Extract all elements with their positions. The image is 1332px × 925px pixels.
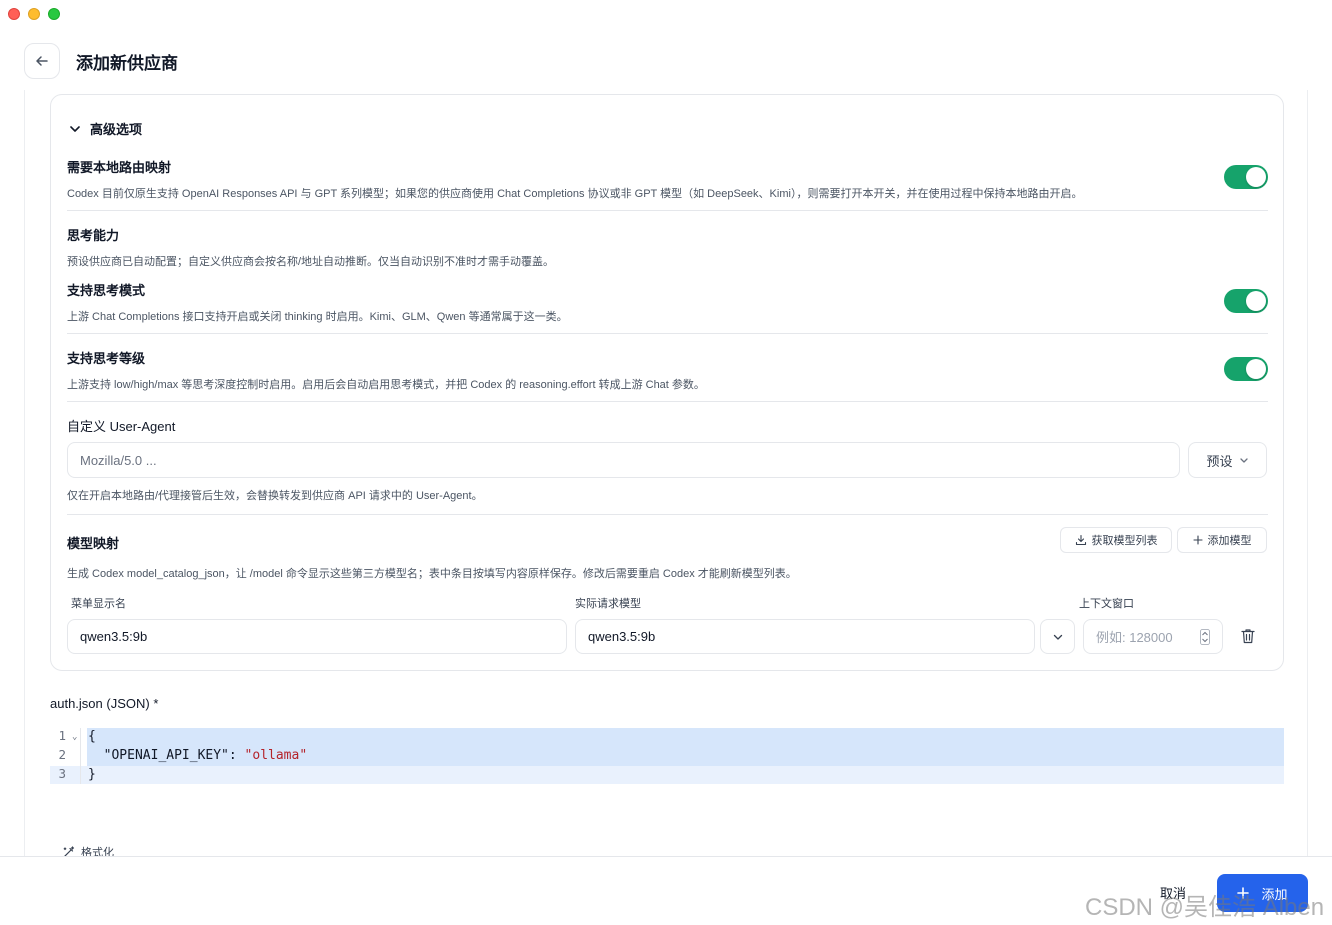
add-model-button[interactable]: 添加模型	[1177, 527, 1267, 553]
user-agent-section: 自定义 User-Agent	[67, 416, 1268, 435]
thinking-mode-section: 支持思考模式 上游 Chat Completions 接口支持开启或关闭 thi…	[67, 280, 1268, 324]
preset-label: 预设	[1206, 453, 1233, 469]
user-agent-desc-wrap: 仅在开启本地路由/代理接管后生效，会替换转发到供应商 API 请求中的 User…	[67, 487, 1268, 503]
col-actual-model: 实际请求模型	[575, 598, 641, 610]
local-routing-title: 需要本地路由映射	[67, 160, 172, 175]
user-agent-title: 自定义 User-Agent	[67, 419, 176, 434]
thinking-level-desc: 上游支持 low/high/max 等思考深度控制时启用。启用后会自动启用思考模…	[67, 379, 705, 391]
json-string-value: "ollama"	[244, 748, 308, 763]
thinking-mode-desc: 上游 Chat Completions 接口支持开启或关闭 thinking 时…	[67, 311, 568, 323]
user-agent-desc: 仅在开启本地路由/代理接管后生效，会替换转发到供应商 API 请求中的 User…	[67, 490, 483, 502]
thinking-mode-toggle[interactable]	[1224, 289, 1268, 313]
format-json-button[interactable]: 格式化	[62, 844, 114, 856]
fold-chevron-icon[interactable]: ⌄	[72, 732, 77, 742]
thinking-level-toggle[interactable]	[1224, 357, 1268, 381]
advanced-options-panel: 高级选项 需要本地路由映射 Codex 目前仅原生支持 OpenAI Respo…	[50, 94, 1284, 671]
back-button[interactable]	[24, 43, 60, 79]
page-header: 添加新供应商	[24, 43, 178, 79]
line-number-gutter: 1 ⌄ 2 3	[50, 728, 81, 784]
thinking-mode-title: 支持思考模式	[67, 283, 146, 298]
col-context-window: 上下文窗口	[1079, 598, 1134, 610]
zoom-window-button[interactable]	[48, 8, 60, 20]
download-icon	[1075, 534, 1086, 546]
local-routing-desc: Codex 目前仅原生支持 OpenAI Responses API 与 GPT…	[67, 188, 1083, 200]
auth-json-editor[interactable]: 1 ⌄ 2 3 { "OPENAI_API_KEY": "ollama" }	[50, 728, 1284, 784]
toggle-knob	[1246, 359, 1266, 379]
thinking-level-title: 支持思考等级	[67, 351, 146, 366]
divider	[67, 514, 1268, 515]
user-agent-preset-button[interactable]: 预设	[1188, 442, 1267, 478]
code-line-2: "OPENAI_API_KEY": "ollama"	[88, 748, 308, 763]
actual-model-dropdown-button[interactable]	[1040, 619, 1075, 654]
page-title: 添加新供应商	[76, 53, 178, 73]
minimize-window-button[interactable]	[28, 8, 40, 20]
plus-icon	[1192, 535, 1203, 545]
add-model-label: 添加模型	[1207, 535, 1252, 547]
line-number: 3	[58, 766, 66, 781]
col-display-name: 菜单显示名	[71, 598, 126, 610]
auth-json-label: auth.json (JSON) *	[50, 696, 159, 711]
user-agent-input[interactable]: Mozilla/5.0 ...	[67, 442, 1180, 478]
chevron-down-icon	[70, 125, 80, 132]
divider	[67, 401, 1268, 402]
advanced-options-heading: 高级选项	[90, 122, 143, 137]
thinking-desc: 预设供应商已自动配置；自定义供应商会按名称/地址自动推断。仅当自动识别不准时才需…	[67, 256, 555, 268]
fetch-models-label: 获取模型列表	[1091, 535, 1158, 547]
model-mapping-desc: 生成 Codex model_catalog_json，让 /model 命令显…	[67, 568, 797, 580]
thinking-section: 思考能力 预设供应商已自动配置；自定义供应商会按名称/地址自动推断。仅当自动识别…	[67, 225, 1268, 269]
toggle-knob	[1246, 291, 1266, 311]
magic-wand-icon	[63, 845, 75, 856]
window-controls	[8, 8, 60, 20]
thinking-title: 思考能力	[67, 228, 120, 243]
code-line-3: }	[88, 767, 96, 782]
arrow-left-icon	[36, 56, 48, 66]
chevron-down-icon	[1053, 634, 1062, 640]
display-name-input[interactable]: qwen3.5:9b	[67, 619, 567, 654]
trash-icon[interactable]	[1241, 628, 1255, 644]
close-window-button[interactable]	[8, 8, 20, 20]
line-number: 1	[58, 728, 66, 743]
divider	[67, 210, 1268, 211]
json-key: "OPENAI_API_KEY":	[88, 748, 245, 763]
thinking-level-section: 支持思考等级 上游支持 low/high/max 等思考深度控制时启用。启用后会…	[67, 348, 1268, 392]
code-line-1: {	[88, 729, 96, 744]
context-window-placeholder: 例如: 128000	[1096, 630, 1173, 645]
divider	[67, 333, 1268, 334]
chevron-down-icon	[1239, 458, 1248, 463]
line-number: 2	[58, 747, 66, 762]
actual-model-input[interactable]: qwen3.5:9b	[575, 619, 1035, 654]
format-label: 格式化	[81, 847, 114, 856]
form-scroll-area[interactable]: 高级选项 需要本地路由映射 Codex 目前仅原生支持 OpenAI Respo…	[24, 90, 1308, 856]
toggle-knob	[1246, 167, 1266, 187]
advanced-options-toggle[interactable]: 高级选项	[68, 119, 142, 138]
local-routing-section: 需要本地路由映射 Codex 目前仅原生支持 OpenAI Responses …	[67, 157, 1268, 201]
fetch-models-button[interactable]: 获取模型列表	[1060, 527, 1172, 553]
watermark: CSDN @吴佳浩 Alben	[1085, 894, 1325, 921]
stepper-arrows-icon[interactable]	[1200, 628, 1210, 645]
context-window-input[interactable]: 例如: 128000	[1083, 619, 1223, 654]
dialog-footer: 取消 添加 CSDN @吴佳浩 Alben	[0, 856, 1332, 925]
local-routing-toggle[interactable]	[1224, 165, 1268, 189]
active-line-highlight	[50, 766, 1284, 784]
